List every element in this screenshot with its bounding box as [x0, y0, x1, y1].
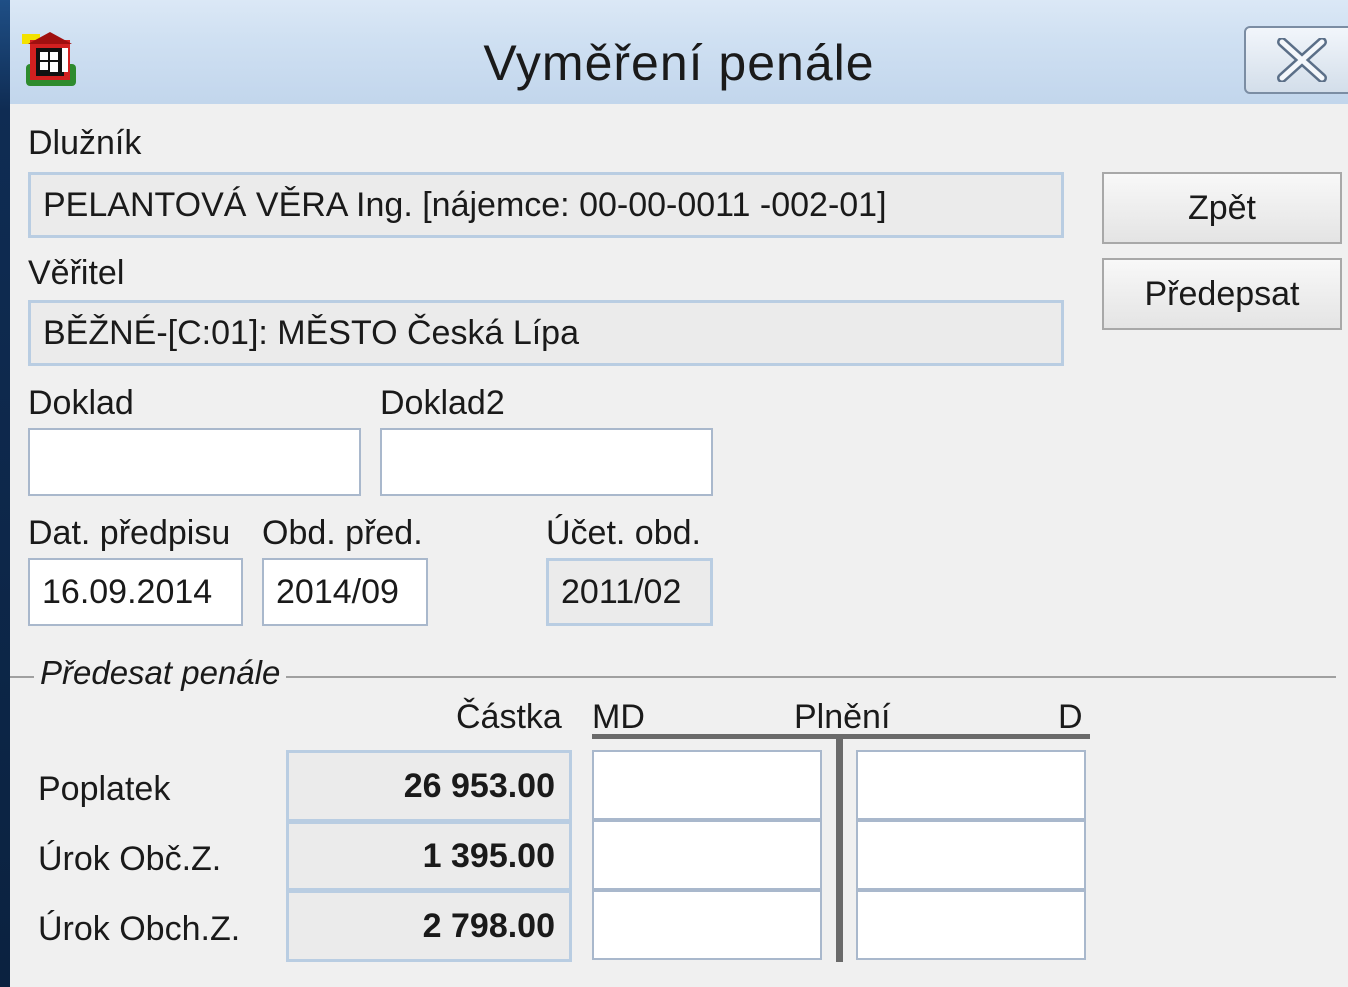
ucet-obd-field[interactable]: 2011/02	[546, 558, 713, 626]
ucet-obd-label: Účet. obd.	[546, 514, 701, 552]
close-icon	[1277, 38, 1327, 82]
obd-pred-field[interactable]: 2014/09	[262, 558, 428, 626]
creditor-field[interactable]: BĚŽNÉ-[C:01]: MĚSTO Česká Lípa	[28, 300, 1064, 366]
amount-field[interactable]: 26 953.00	[286, 750, 572, 822]
header-amount: Částka	[456, 698, 562, 736]
header-md: MD	[592, 698, 645, 736]
doklad-field[interactable]	[28, 428, 361, 496]
header-plneni: Plnění	[794, 698, 891, 736]
window-title: Vyměření penále	[483, 35, 875, 91]
dialog-window: Vyměření penále Dlužník PELANTOVÁ VĚRA I…	[0, 0, 1348, 987]
back-button[interactable]: Zpět	[1102, 172, 1342, 244]
d-field[interactable]	[856, 890, 1086, 960]
row-label: Poplatek	[38, 770, 171, 808]
header-d: D	[1058, 698, 1083, 736]
debtor-label: Dlužník	[28, 124, 142, 162]
prescribe-button[interactable]: Předepsat	[1102, 258, 1342, 330]
debtor-field[interactable]: PELANTOVÁ VĚRA Ing. [nájemce: 00-00-0011…	[28, 172, 1064, 238]
md-field[interactable]	[592, 750, 822, 820]
doklad2-field[interactable]	[380, 428, 713, 496]
row-label: Úrok Obch.Z.	[38, 910, 241, 948]
close-button[interactable]	[1244, 26, 1348, 94]
dat-predpisu-field[interactable]: 16.09.2014	[28, 558, 243, 626]
title-bar[interactable]: Vyměření penále	[10, 0, 1348, 104]
amount-field[interactable]: 2 798.00	[286, 890, 572, 962]
doklad-label: Doklad	[28, 384, 134, 422]
d-field[interactable]	[856, 750, 1086, 820]
row-label: Úrok Obč.Z.	[38, 840, 222, 878]
doklad2-label: Doklad2	[380, 384, 505, 422]
dat-predpisu-label: Dat. předpisu	[28, 514, 231, 552]
section-title: Předesat penále	[34, 654, 287, 692]
md-field[interactable]	[592, 890, 822, 960]
md-field[interactable]	[592, 820, 822, 890]
d-field[interactable]	[856, 820, 1086, 890]
dialog-body: Dlužník PELANTOVÁ VĚRA Ing. [nájemce: 00…	[10, 104, 1348, 987]
amount-field[interactable]: 1 395.00	[286, 821, 572, 891]
creditor-label: Věřitel	[28, 254, 125, 292]
obd-pred-label: Obd. před.	[262, 514, 423, 552]
md-d-divider	[836, 734, 843, 962]
